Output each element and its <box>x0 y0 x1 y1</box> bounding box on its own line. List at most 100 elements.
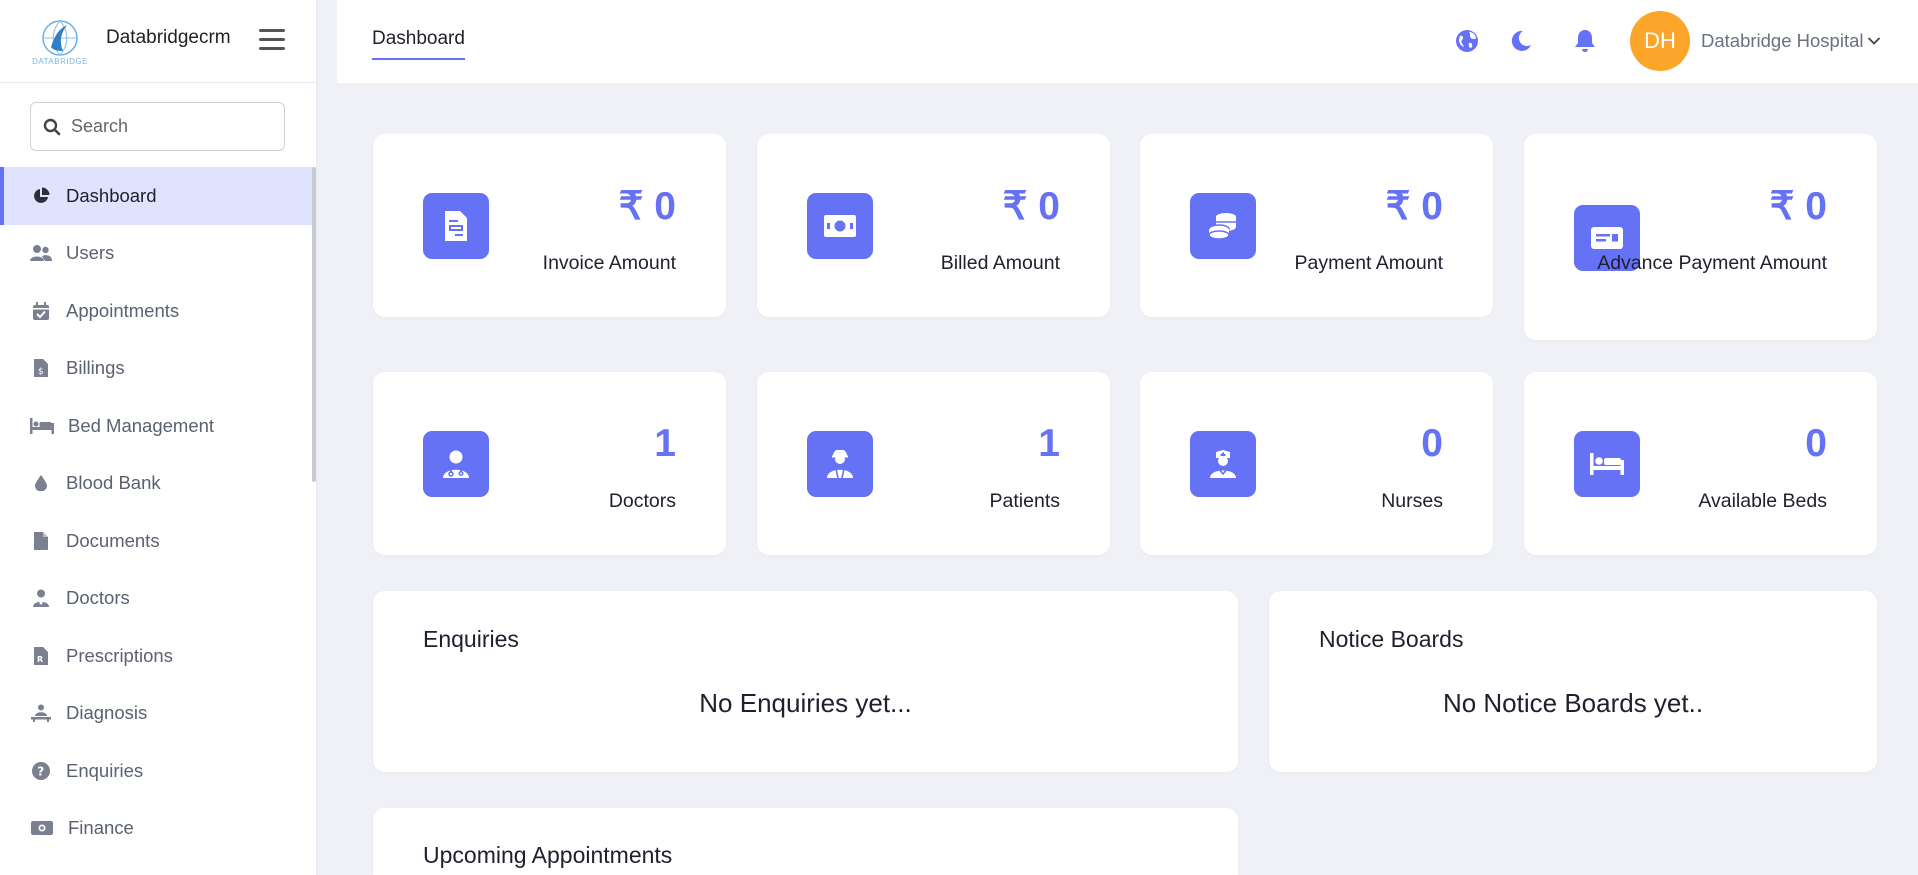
sidebar-item-label: Users <box>66 242 115 264</box>
sidebar-item-bed-management[interactable]: Bed Management <box>0 397 314 455</box>
search-icon <box>43 118 61 135</box>
invoice-amount-value: ₹ 0 <box>618 185 676 228</box>
patients-label: Patients <box>989 490 1060 512</box>
available-beds-label: Available Beds <box>1698 490 1827 512</box>
databridge-logo[interactable]: DATABRIDGE <box>28 12 92 70</box>
sidebar-item-finance[interactable]: Finance <box>0 800 314 858</box>
advance-payment-amount-value: ₹ 0 <box>1769 185 1827 228</box>
sidebar-item-billings[interactable]: $ Billings <box>0 340 314 398</box>
sidebar-item-enquiries[interactable]: ? Enquiries <box>0 742 314 800</box>
users-icon <box>30 242 52 264</box>
hamburger-bar <box>259 38 285 41</box>
bed-icon <box>30 415 54 437</box>
nurses-count: 0 <box>1421 422 1443 465</box>
patients-card[interactable]: 1 Patients <box>757 372 1110 555</box>
sidebar-item-label: Doctors <box>66 587 130 609</box>
search-box <box>30 102 285 151</box>
hamburger-bar <box>259 47 285 50</box>
sidebar-item-label: Prescriptions <box>66 644 173 666</box>
nurses-card[interactable]: 0 Nurses <box>1140 372 1493 555</box>
menu-toggle-button[interactable] <box>259 29 285 51</box>
sidebar-item-prescriptions[interactable]: R Prescriptions <box>0 627 314 685</box>
billed-amount-card[interactable]: ₹ 0 Billed Amount <box>757 134 1110 317</box>
sidebar-item-appointments[interactable]: Appointments <box>0 282 314 340</box>
sidebar-item-label: Dashboard <box>66 184 157 206</box>
sidebar-item-doctors[interactable]: Doctors <box>0 570 314 628</box>
sidebar-item-label: Diagnosis <box>66 702 148 724</box>
invoice-amount-label: Invoice Amount <box>542 252 676 274</box>
search-input[interactable] <box>71 116 261 137</box>
doctors-card[interactable]: 1 Doctors <box>373 372 726 555</box>
svg-text:?: ? <box>37 764 44 778</box>
billed-amount-value: ₹ 0 <box>1002 185 1060 228</box>
tab-dashboard[interactable]: Dashboard <box>372 28 465 60</box>
invoice-dollar-icon: $ <box>30 357 52 379</box>
brand-header: DATABRIDGE Databridgecrm <box>0 0 316 83</box>
brand-name: Databridgecrm <box>106 27 231 48</box>
bed-icon <box>1574 431 1640 497</box>
sidebar-item-label: Blood Bank <box>66 472 161 494</box>
payment-amount-label: Payment Amount <box>1294 252 1444 274</box>
available-beds-count: 0 <box>1805 422 1827 465</box>
user-name: Databridge Hospital <box>1701 30 1864 51</box>
doctors-count: 1 <box>654 422 676 465</box>
prescription-icon: R <box>30 645 52 667</box>
logo-text: DATABRIDGE <box>32 56 88 66</box>
nurse-icon <box>1190 431 1256 497</box>
bell-icon <box>1575 30 1595 52</box>
sidebar-item-label: Billings <box>66 357 125 379</box>
upcoming-appointments-panel: Upcoming Appointments <box>373 808 1238 875</box>
question-circle-icon: ? <box>30 760 52 782</box>
globe-icon <box>1456 30 1478 52</box>
advance-payment-amount-card[interactable]: ₹ 0 Advance Payment Amount <box>1524 134 1877 340</box>
sidebar-item-documents[interactable]: Documents <box>0 512 314 570</box>
avatar[interactable]: DH <box>1630 11 1690 71</box>
sidebar-nav: Dashboard Users Appointments $ Billings … <box>0 167 314 857</box>
payment-amount-card[interactable]: ₹ 0 Payment Amount <box>1140 134 1493 317</box>
file-icon <box>30 530 52 552</box>
user-menu[interactable]: Databridge Hospital <box>1701 30 1881 52</box>
available-beds-card[interactable]: 0 Available Beds <box>1524 372 1877 555</box>
sidebar: DATABRIDGE Databridgecrm Dashboard Users <box>0 0 317 875</box>
money-bill-icon <box>30 817 54 839</box>
notice-boards-empty-message: No Notice Boards yet.. <box>1442 688 1704 718</box>
sidebar-item-users[interactable]: Users <box>0 225 314 283</box>
nurses-label: Nurses <box>1381 490 1443 512</box>
coins-icon <box>1190 193 1256 259</box>
doctors-label: Doctors <box>608 490 676 512</box>
doctor-icon <box>423 431 489 497</box>
sidebar-item-label: Appointments <box>66 299 180 321</box>
diagnosis-icon <box>30 702 52 724</box>
globe-logo-icon <box>42 19 78 56</box>
patient-icon <box>807 431 873 497</box>
upcoming-appointments-title: Upcoming Appointments <box>423 842 673 868</box>
chevron-down-icon <box>1868 37 1881 45</box>
invoice-icon <box>423 193 489 259</box>
sidebar-item-label: Bed Management <box>68 414 215 436</box>
sidebar-item-blood-bank[interactable]: Blood Bank <box>0 455 314 513</box>
sidebar-item-dashboard[interactable]: Dashboard <box>0 167 314 225</box>
hamburger-icon <box>259 29 285 32</box>
notifications-button[interactable] <box>1572 28 1598 54</box>
sidebar-item-label: Documents <box>66 529 160 551</box>
dark-mode-toggle[interactable] <box>1508 28 1534 54</box>
enquiries-empty-message: No Enquiries yet... <box>699 688 912 718</box>
advance-payment-amount-label: Advance Payment Amount <box>1597 252 1827 274</box>
sidebar-item-diagnosis[interactable]: Diagnosis <box>0 685 314 743</box>
svg-text:R: R <box>37 655 43 664</box>
top-header: Dashboard DH Databridge Hospital <box>337 0 1918 83</box>
language-button[interactable] <box>1454 28 1480 54</box>
svg-text:$: $ <box>38 367 44 377</box>
payment-amount-value: ₹ 0 <box>1385 185 1443 228</box>
billed-amount-label: Billed Amount <box>940 252 1060 274</box>
sidebar-item-label: Finance <box>68 817 134 839</box>
notice-boards-title: Notice Boards <box>1319 626 1464 652</box>
invoice-amount-card[interactable]: ₹ 0 Invoice Amount <box>373 134 726 317</box>
enquiries-panel: Enquiries No Enquiries yet... <box>373 591 1238 772</box>
notice-boards-panel: Notice Boards No Notice Boards yet.. <box>1269 591 1877 772</box>
doctor-icon <box>30 587 52 609</box>
pie-chart-icon <box>30 185 52 207</box>
blood-drop-icon <box>30 472 52 494</box>
patients-count: 1 <box>1038 422 1060 465</box>
sidebar-scrollbar[interactable] <box>312 167 316 482</box>
